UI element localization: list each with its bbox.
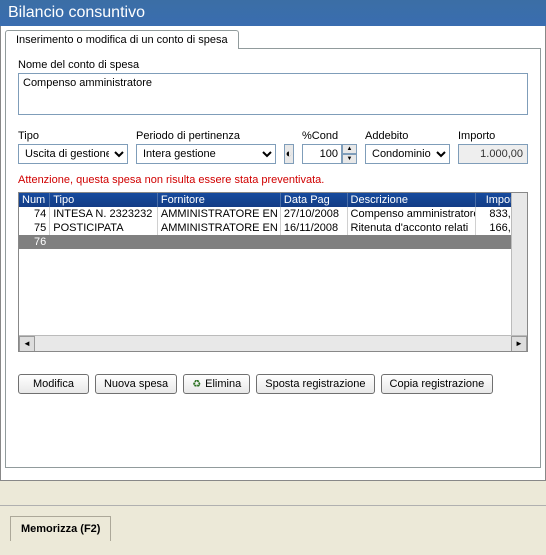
table-wrapper: Num Tipo Fornitore Data Pag Descrizione … [18,192,528,352]
cond-spinner[interactable]: ▲ ▼ [342,144,357,164]
col-descrizione[interactable]: Descrizione [347,193,475,207]
table-row[interactable]: 76 [19,235,527,249]
label-periodo: Periodo di pertinenza [136,130,276,142]
copia-button[interactable]: Copia registrazione [381,374,494,394]
delete-icon: ♻ [192,379,201,390]
warning-message: Attenzione, questa spesa non risulta ess… [18,174,528,186]
elimina-button[interactable]: ♻ Elimina [183,374,250,394]
nuova-spesa-button[interactable]: Nuova spesa [95,374,177,394]
periodo-dropdown[interactable]: Intera gestione [136,144,276,164]
importo-input [458,144,528,164]
spese-table[interactable]: Num Tipo Fornitore Data Pag Descrizione … [19,193,527,249]
table-row[interactable]: 74 INTESA N. 2323232 AMMINISTRATORE EN 2… [19,207,527,221]
col-tipo[interactable]: Tipo [50,193,158,207]
spinner-down-icon[interactable]: ▼ [342,154,357,164]
table-row[interactable]: 75 POSTICIPATA AMMINISTRATORE EN 16/11/2… [19,221,527,235]
modifica-button[interactable]: Modifica [18,374,89,394]
col-data[interactable]: Data Pag [280,193,347,207]
col-num[interactable]: Num [19,193,50,207]
tipo-dropdown[interactable]: Uscita di gestione [18,144,128,164]
spinner-up-icon[interactable]: ▲ [342,144,357,154]
memorizza-button[interactable]: Memorizza (F2) [10,516,111,541]
periodo-help-icon[interactable]: ◐ [284,144,294,164]
col-fornitore[interactable]: Fornitore [157,193,280,207]
label-importo: Importo [458,130,528,142]
scroll-right-icon[interactable]: ► [511,336,527,352]
window-title: Bilancio consuntivo [0,0,546,26]
vertical-scrollbar[interactable] [511,193,527,335]
content-area: Inserimento o modifica di un conto di sp… [0,26,546,481]
label-nome: Nome del conto di spesa [18,59,528,71]
label-addebito: Addebito [365,130,450,142]
tab-body: Nome del conto di spesa Compenso amminis… [5,48,541,468]
sposta-button[interactable]: Sposta registrazione [256,374,374,394]
elimina-label: Elimina [205,378,241,390]
label-cond: %Cond [302,130,357,142]
footer-bar: Memorizza (F2) [0,505,546,551]
tab-inserimento[interactable]: Inserimento o modifica di un conto di sp… [5,30,239,49]
cond-input[interactable] [302,144,342,164]
horizontal-scrollbar[interactable]: ◄ ► [19,335,527,351]
scroll-left-icon[interactable]: ◄ [19,336,35,352]
label-tipo: Tipo [18,130,128,142]
tab-strip: Inserimento o modifica di un conto di sp… [1,26,545,49]
nome-input[interactable]: Compenso amministratore [18,73,528,115]
addebito-dropdown[interactable]: Condominio [365,144,450,164]
